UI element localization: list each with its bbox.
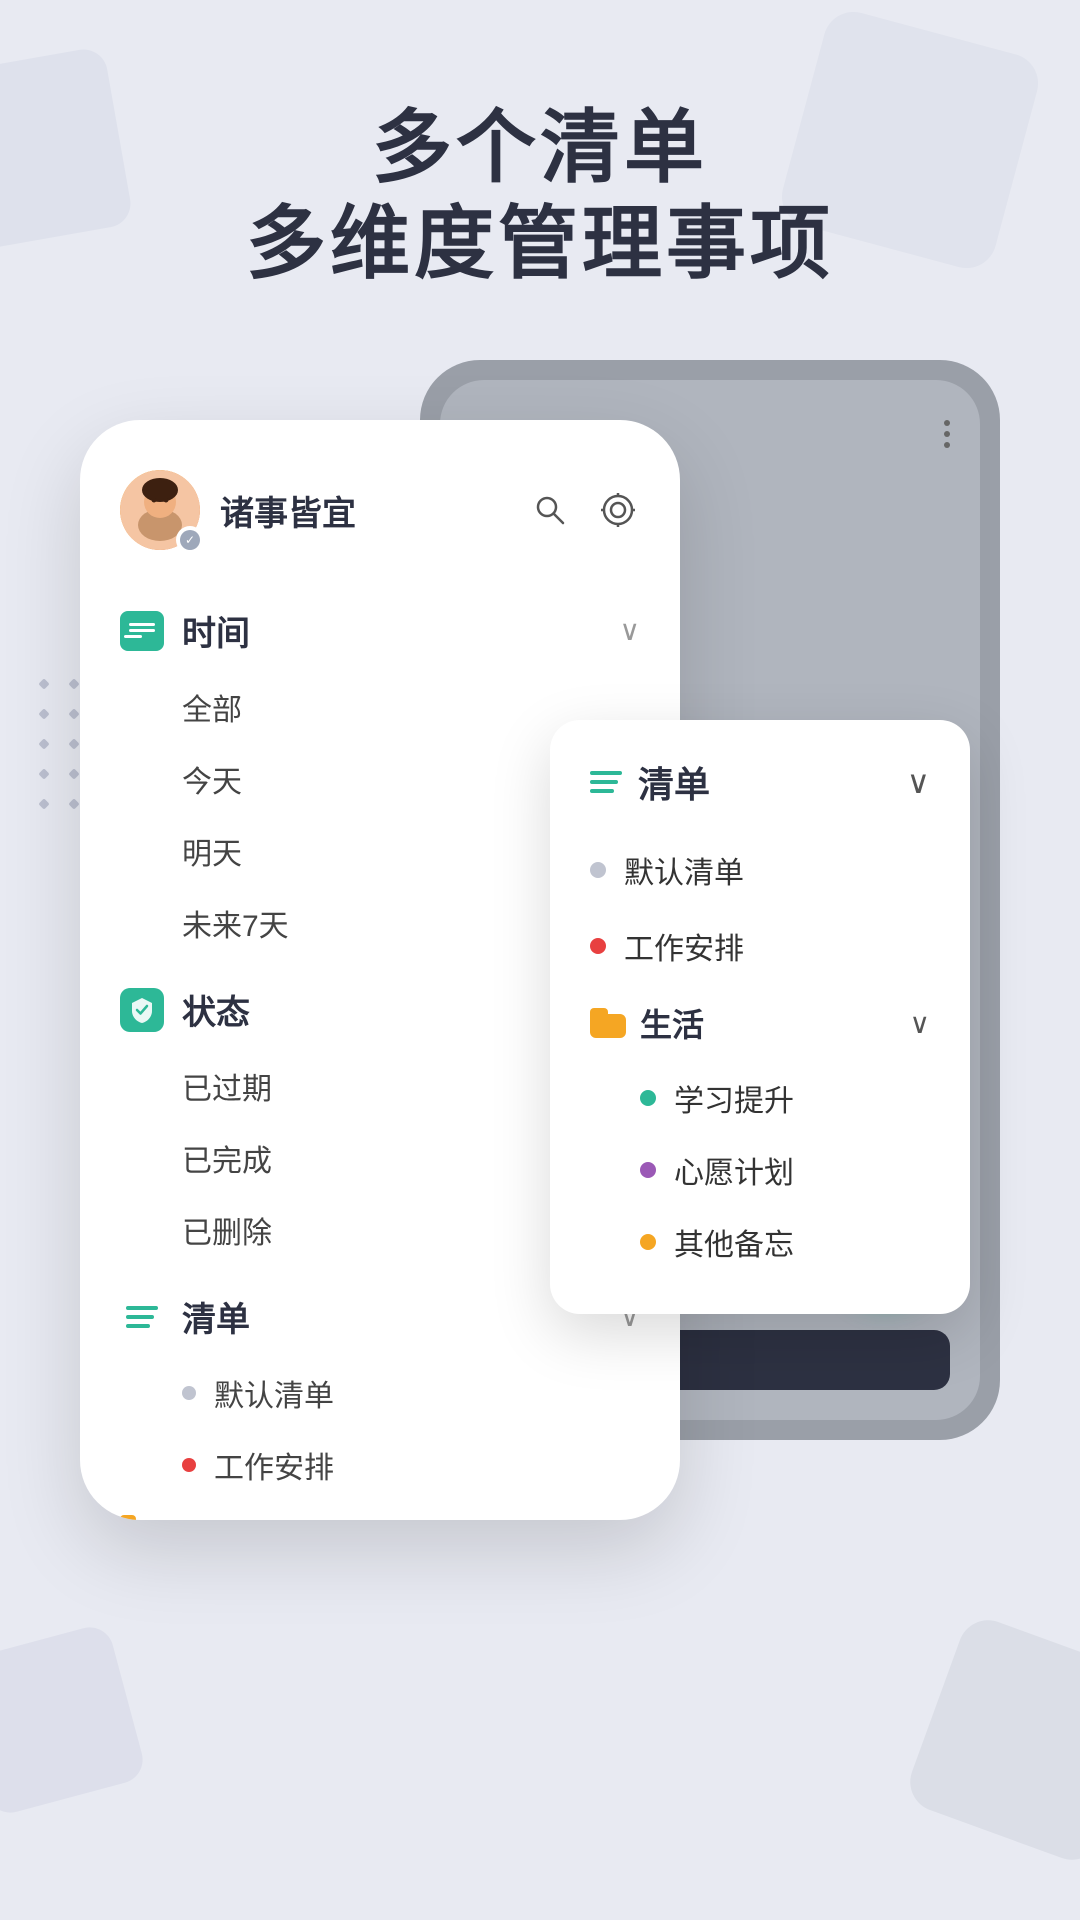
list-section-title: 清单: [182, 1292, 250, 1341]
list-title-group: 清单: [120, 1292, 250, 1341]
phone-container: 2 ∨ +: [80, 360, 1000, 1840]
title-line2: 多维度管理事项: [80, 196, 1000, 292]
dropdown-dot-gray: [590, 862, 606, 878]
dropdown-sub-item-study[interactable]: 学习提升: [590, 1062, 930, 1134]
time-section-title: 时间: [182, 606, 250, 655]
dropdown-hamburger-icon: [590, 771, 622, 793]
time-title-group: 时间: [120, 606, 250, 655]
dropdown-dot-purple: [640, 1162, 656, 1178]
list-hamburger-icon: [120, 1295, 164, 1339]
dropdown-sub-item-wish[interactable]: 心愿计划: [590, 1134, 930, 1206]
three-dots-icon: [944, 420, 950, 448]
dropdown-chevron-icon: ∨: [907, 763, 930, 801]
dot-red-icon: [182, 1458, 196, 1472]
dropdown-dot-orange: [640, 1234, 656, 1250]
status-title-group: 状态: [120, 985, 250, 1034]
dot-gray-icon: [182, 1386, 196, 1400]
status-icon: [120, 988, 164, 1032]
time-section-header[interactable]: 时间 ∨: [120, 590, 640, 671]
dropdown-header[interactable]: 清单 ∨: [590, 756, 930, 808]
avatar-wrapper: ✓: [120, 470, 200, 550]
dropdown-folder-header[interactable]: 生活 ∨: [590, 984, 930, 1062]
status-section-title: 状态: [182, 985, 250, 1034]
verified-check-icon: ✓: [180, 530, 200, 550]
dropdown-title-group: 清单: [590, 756, 710, 808]
list-section: 清单 ∨ 默认清单 工作安排 生活 学习提升: [120, 1276, 640, 1520]
verified-badge: ✓: [176, 526, 204, 554]
header-action-icons: [528, 488, 640, 532]
menu-item-work[interactable]: 工作安排: [120, 1429, 640, 1501]
dropdown-folder-chevron-icon: ∨: [910, 1007, 931, 1040]
username-label: 诸事皆宜: [220, 486, 356, 535]
dropdown-dot-red: [590, 938, 606, 954]
dropdown-item-default[interactable]: 默认清单: [590, 832, 930, 908]
dropdown-sub-item-memo[interactable]: 其他备忘: [590, 1206, 930, 1278]
dropdown-folder-title-label: 生活: [640, 1000, 704, 1046]
menu-item-default-list[interactable]: 默认清单: [120, 1357, 640, 1429]
dropdown-item-work[interactable]: 工作安排: [590, 908, 930, 984]
menu-item-life-folder[interactable]: 生活: [120, 1501, 640, 1520]
time-icon: [120, 609, 164, 653]
dropdown-dot-green: [640, 1090, 656, 1106]
time-chevron-icon: ∨: [620, 614, 641, 647]
user-info: ✓ 诸事皆宜: [120, 470, 356, 550]
dropdown-folder-title-group: 生活: [590, 1000, 704, 1046]
dropdown-title-label: 清单: [638, 756, 710, 808]
user-profile-header: ✓ 诸事皆宜: [120, 470, 640, 550]
title-line1: 多个清单: [80, 100, 1000, 196]
header-title-area: 多个清单 多维度管理事项: [0, 100, 1080, 292]
search-icon[interactable]: [528, 488, 572, 532]
dropdown-card: 清单 ∨ 默认清单 工作安排 生活 ∨: [550, 720, 970, 1314]
dropdown-folder-icon: [590, 1008, 626, 1038]
settings-icon[interactable]: [596, 488, 640, 532]
